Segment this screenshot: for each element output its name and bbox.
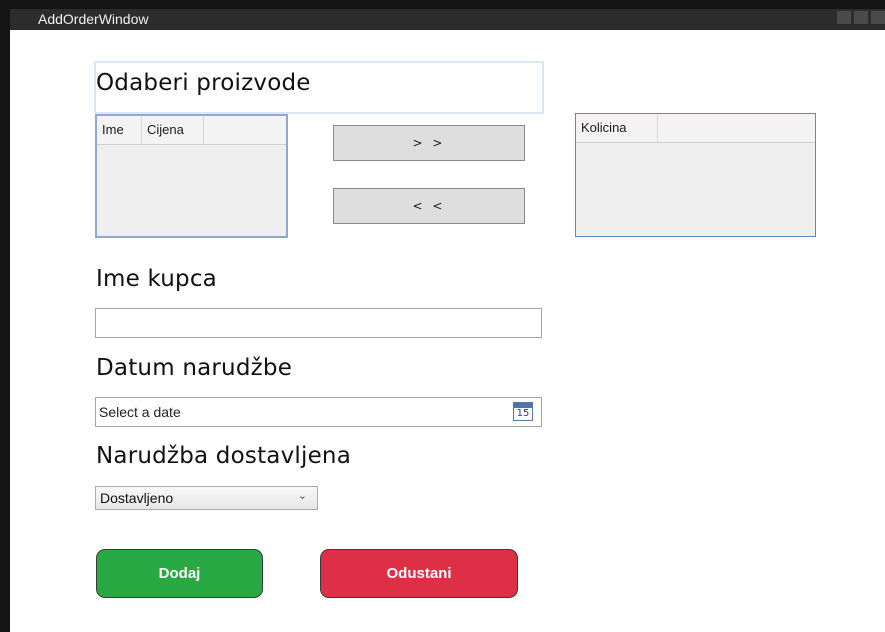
remove-product-button[interactable]: < < [333, 188, 525, 224]
column-header-filler [204, 116, 286, 144]
maximize-button[interactable] [854, 11, 868, 24]
close-button[interactable] [871, 11, 885, 24]
title-bar[interactable]: AddOrderWindow [10, 0, 885, 30]
products-heading: Odaberi proizvode [96, 70, 311, 96]
column-header-filler [658, 114, 815, 142]
cancel-button[interactable]: Odustani [320, 549, 518, 598]
column-header-cijena[interactable]: Cijena [142, 116, 204, 144]
delivery-status-value: Dostavljeno [100, 490, 174, 506]
products-grid[interactable]: Ime Cijena [95, 114, 288, 238]
calendar-icon-day: 15 [516, 408, 530, 419]
add-product-button[interactable]: > > [333, 125, 525, 161]
window-title: AddOrderWindow [38, 11, 149, 27]
column-header-ime[interactable]: Ime [97, 116, 142, 144]
window-left-edge [0, 0, 10, 632]
customer-heading: Ime kupca [96, 266, 217, 292]
column-header-kolicina[interactable]: Kolicina [576, 114, 658, 142]
order-date-picker[interactable]: Select a date 15 [95, 397, 542, 427]
delivery-status-select[interactable]: Dostavljeno ⌄ [95, 486, 318, 510]
chevron-down-icon: ⌄ [297, 490, 307, 502]
calendar-icon[interactable]: 15 [513, 402, 533, 421]
order-date-heading: Datum narudžbe [96, 355, 293, 381]
delivery-heading: Narudžba dostavljena [96, 443, 351, 469]
minimize-button[interactable] [837, 11, 851, 24]
window-controls [837, 11, 885, 24]
date-placeholder: Select a date [99, 404, 181, 420]
customer-name-input[interactable] [95, 308, 542, 338]
quantity-grid-header: Kolicina [576, 114, 815, 143]
window-content: Odaberi proizvode Ime Cijena > > < < Kol… [10, 30, 885, 632]
quantity-grid[interactable]: Kolicina [575, 113, 816, 237]
products-grid-header: Ime Cijena [97, 116, 286, 145]
add-order-button[interactable]: Dodaj [96, 549, 263, 598]
